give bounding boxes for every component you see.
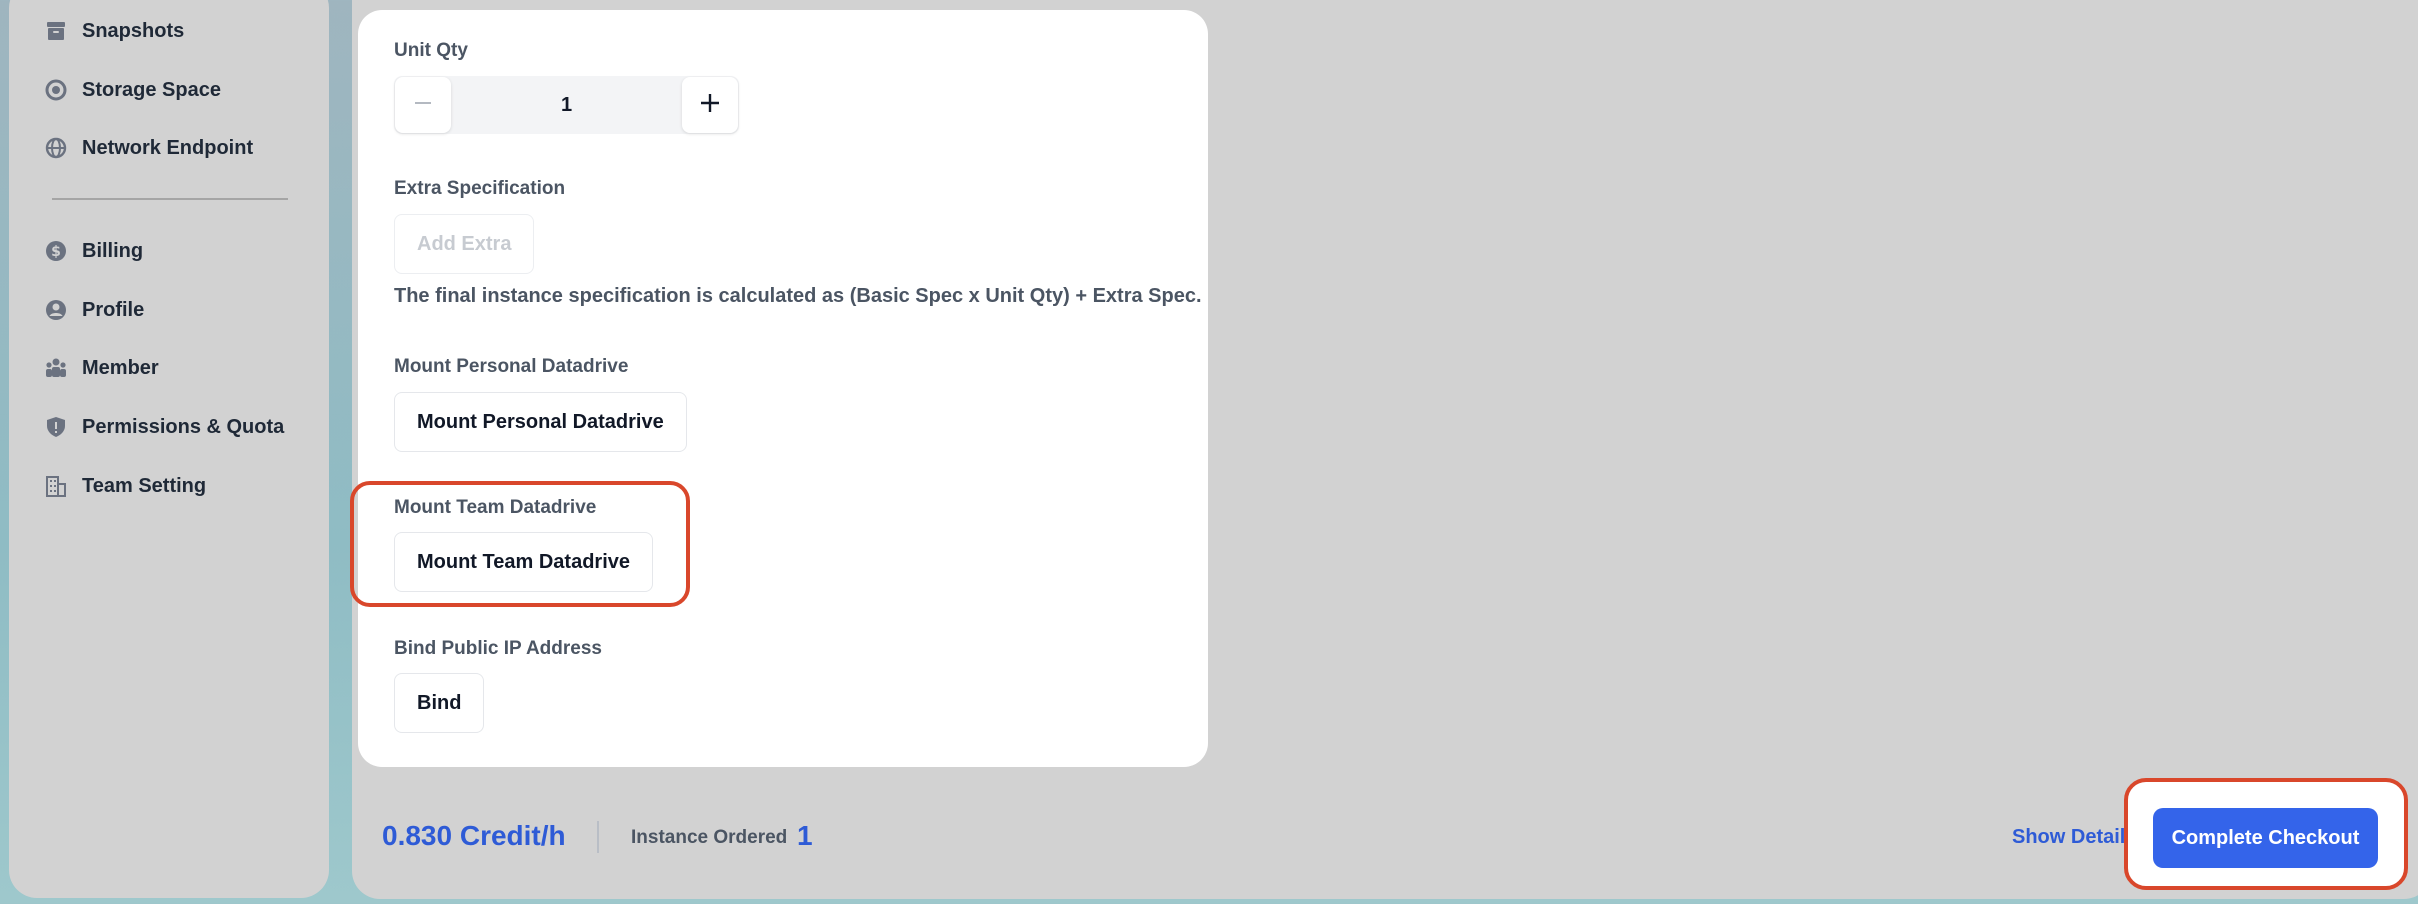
shield-icon (44, 415, 68, 439)
minus-icon (412, 92, 434, 119)
public-ip-label: Bind Public IP Address (394, 638, 602, 659)
storage-icon (44, 78, 68, 102)
sidebar-item-label: Permissions & Quota (82, 415, 285, 438)
personal-drive-label: Mount Personal Datadrive (394, 356, 629, 377)
spec-hint-text: The final instance specification is calc… (394, 285, 1202, 307)
decrement-button[interactable] (395, 77, 451, 133)
increment-button[interactable] (682, 77, 738, 133)
mount-personal-datadrive-button[interactable]: Mount Personal Datadrive (394, 392, 687, 452)
sidebar-item-profile[interactable]: Profile (44, 290, 144, 330)
unit-qty-label: Unit Qty (394, 40, 468, 61)
globe-icon (44, 136, 68, 160)
sidebar-item-label: Member (82, 356, 159, 379)
footer-divider (597, 821, 599, 853)
price-per-hour: 0.830 Credit/h (382, 820, 566, 851)
sidebar-divider (52, 198, 288, 200)
sidebar-item-member[interactable]: Member (44, 348, 159, 388)
team-drive-label: Mount Team Datadrive (394, 497, 597, 518)
sidebar-item-label: Network Endpoint (82, 136, 254, 159)
svg-text:$: $ (51, 244, 61, 260)
sidebar-item-label: Storage Space (82, 78, 221, 101)
instance-ordered-label: Instance Ordered (631, 827, 788, 848)
plus-icon (698, 91, 722, 120)
sidebar-item-storage-space[interactable]: Storage Space (44, 70, 221, 110)
complete-checkout-button[interactable]: Complete Checkout (2153, 808, 2378, 868)
members-icon (44, 356, 68, 380)
sidebar-item-label: Snapshots (82, 19, 185, 42)
user-circle-icon (44, 298, 68, 322)
show-detail-link[interactable]: Show Detail (2012, 826, 2125, 849)
dollar-icon: $ (44, 239, 68, 263)
sidebar-item-team-setting[interactable]: Team Setting (44, 466, 206, 506)
sidebar-item-snapshots[interactable]: Snapshots (44, 11, 184, 51)
sidebar-item-permissions-quota[interactable]: Permissions & Quota (44, 407, 284, 447)
add-extra-button[interactable]: Add Extra (394, 214, 535, 274)
instance-ordered-count: 1 (797, 820, 813, 851)
quantity-value[interactable]: 1 (454, 76, 679, 134)
sidebar-item-billing[interactable]: $ Billing (44, 231, 143, 271)
archive-icon (44, 19, 68, 43)
mount-team-datadrive-button[interactable]: Mount Team Datadrive (394, 532, 653, 592)
sidebar-item-label: Billing (82, 239, 144, 262)
quantity-stepper: 1 (394, 76, 739, 134)
bind-button[interactable]: Bind (394, 673, 485, 733)
extra-spec-label: Extra Specification (394, 178, 566, 199)
building-icon (44, 474, 68, 498)
sidebar-item-label: Profile (82, 298, 145, 321)
sidebar-item-network-endpoint[interactable]: Network Endpoint (44, 128, 253, 168)
sidebar-item-label: Team Setting (82, 474, 207, 497)
